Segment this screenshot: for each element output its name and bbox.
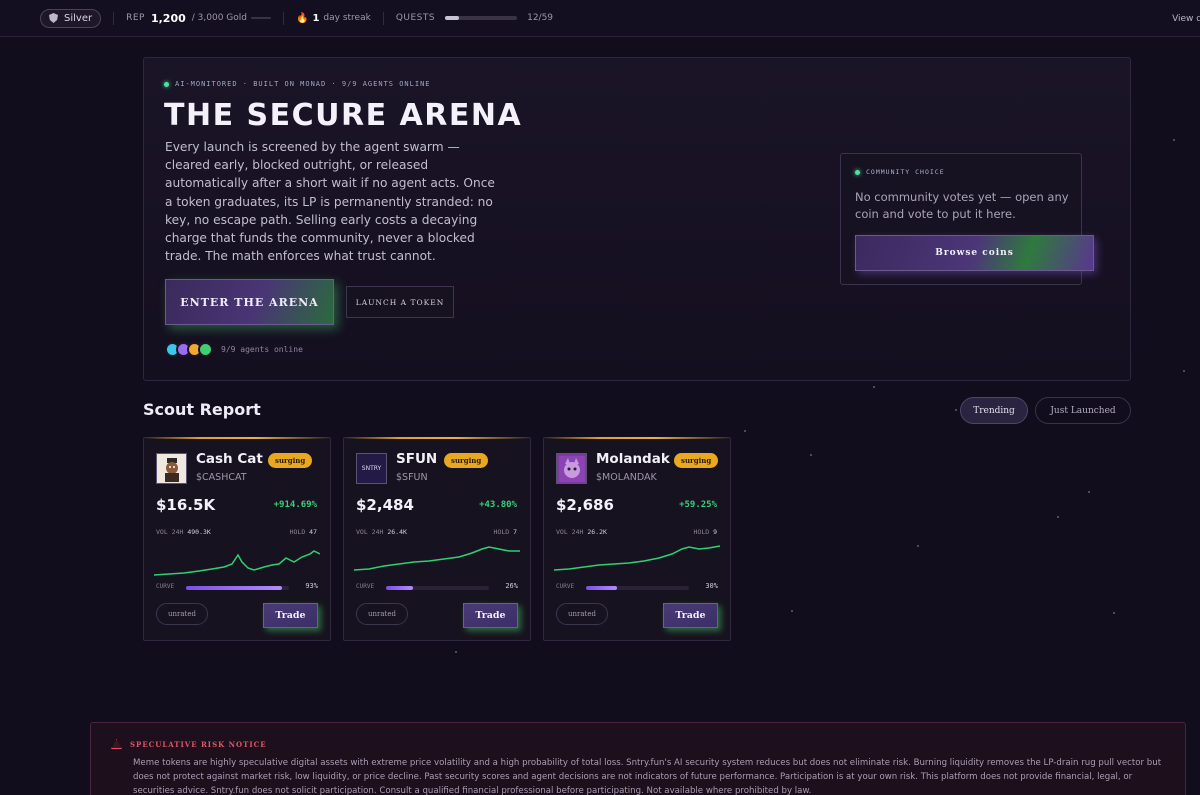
agents-online: 9/9 agents online bbox=[165, 342, 303, 357]
risk-notice-text: Meme tokens are highly speculative digit… bbox=[133, 758, 1162, 795]
holders: HOLD 47 bbox=[289, 528, 317, 536]
curve-percent: 30% bbox=[705, 582, 718, 590]
molandak-avatar-icon bbox=[556, 453, 587, 484]
enter-arena-button[interactable]: ENTER THE ARENA bbox=[165, 279, 334, 325]
rating-badge: unrated bbox=[356, 603, 408, 625]
coin-name: SFUN bbox=[396, 451, 438, 467]
trade-button[interactable]: Trade bbox=[463, 603, 518, 628]
bonding-curve-fill bbox=[386, 586, 413, 590]
quests-count: 12/59 bbox=[527, 13, 554, 23]
community-tag-label: COMMUNITY CHOICE bbox=[866, 168, 945, 176]
bonding-curve-bar bbox=[386, 586, 489, 590]
volume-24h: VOL 24H 490.3K bbox=[156, 528, 211, 536]
quests-progress-fill bbox=[445, 16, 460, 20]
quests-label: QUESTS bbox=[395, 13, 436, 23]
price-change: +914.69% bbox=[273, 500, 317, 510]
risk-title-text: SPECULATIVE RISK NOTICE bbox=[130, 739, 267, 749]
warning-icon bbox=[111, 739, 122, 749]
volume-24h: VOL 24H 26.4K bbox=[356, 528, 407, 536]
price-sparkline bbox=[554, 545, 720, 571]
sntry-logo-icon: SNTRY bbox=[356, 453, 387, 484]
price-sparkline bbox=[354, 546, 520, 571]
curve-percent: 93% bbox=[305, 582, 318, 590]
bonding-curve-fill bbox=[186, 586, 282, 590]
coin-name: Cash Cat bbox=[196, 451, 263, 467]
tier-badge[interactable]: Silver bbox=[40, 8, 102, 28]
agent-avatar bbox=[198, 342, 213, 357]
price-change: +43.80% bbox=[479, 500, 517, 510]
status-badge: surging bbox=[268, 453, 313, 468]
curve-percent: 26% bbox=[505, 582, 518, 590]
volume-24h: VOL 24H 26.2K bbox=[556, 528, 607, 536]
online-dot-icon bbox=[164, 81, 169, 87]
hero-title: THE SECURE ARENA bbox=[164, 98, 523, 133]
price-change: +59.25% bbox=[679, 500, 717, 510]
tab-trending[interactable]: Trending bbox=[960, 397, 1028, 424]
coin-card-sfun[interactable]: SNTRY SFUN surging $SFUN $2,484 +43.80% … bbox=[343, 437, 531, 641]
cat-avatar-icon bbox=[156, 453, 187, 484]
top-status-bar: Silver REP 1,200 / 3,000 Gold 🔥 1 day st… bbox=[0, 0, 1200, 37]
hero-meta: AI-MONITORED · BUILT ON MONAD · 9/9 AGEN… bbox=[164, 80, 431, 88]
community-choice-panel: COMMUNITY CHOICE No community votes yet … bbox=[840, 153, 1094, 285]
browse-coins-button[interactable]: Browse coins bbox=[855, 235, 1094, 271]
bonding-curve-bar bbox=[586, 586, 689, 590]
streak-count: 1 bbox=[312, 12, 320, 24]
holders: HOLD 9 bbox=[693, 528, 718, 536]
coin-ticker: $MOLANDAK bbox=[596, 472, 657, 483]
sntry-logo-text: SNTRY bbox=[361, 465, 382, 472]
coin-card-molandak[interactable]: Molandak surging $MOLANDAK $2,686 +59.25… bbox=[543, 437, 731, 641]
scout-report-title: Scout Report bbox=[143, 400, 261, 419]
agents-online-label: 9/9 agents online bbox=[221, 345, 303, 354]
coin-price: $2,686 bbox=[556, 496, 614, 514]
community-empty-text: No community votes yet — open any coin a… bbox=[855, 190, 1069, 221]
shield-icon bbox=[49, 13, 58, 23]
status-badge: surging bbox=[444, 453, 489, 468]
divider bbox=[382, 11, 384, 25]
tier-label: Silver bbox=[64, 12, 93, 24]
tab-just-launched[interactable]: Just Launched bbox=[1035, 397, 1131, 424]
hero-description: Every launch is screened by the agent sw… bbox=[165, 140, 495, 264]
streak-label: day streak bbox=[323, 13, 371, 23]
rating-badge: unrated bbox=[156, 603, 208, 625]
curve-label: CURVE bbox=[156, 583, 175, 590]
agent-avatars bbox=[165, 342, 213, 357]
community-tag: COMMUNITY CHOICE bbox=[855, 168, 945, 176]
coin-card-cashcat[interactable]: Cash Cat surging $CASHCAT $16.5K +914.69… bbox=[143, 437, 331, 641]
coin-ticker: $SFUN bbox=[396, 472, 428, 483]
rep-label: REP bbox=[126, 13, 145, 23]
quests-progress-bar bbox=[445, 16, 518, 20]
divider bbox=[282, 11, 284, 25]
status-dot-icon bbox=[855, 169, 860, 175]
bonding-curve-fill bbox=[586, 586, 617, 590]
rep-progress-bar bbox=[250, 17, 271, 19]
coin-price: $2,484 bbox=[356, 496, 414, 514]
divider bbox=[113, 11, 115, 25]
view-quests-link[interactable]: View q bbox=[1172, 14, 1200, 24]
trade-button[interactable]: Trade bbox=[263, 603, 318, 628]
rating-badge: unrated bbox=[556, 603, 608, 625]
flame-icon: 🔥 bbox=[295, 12, 309, 24]
status-badge: surging bbox=[674, 453, 719, 468]
price-sparkline bbox=[154, 550, 320, 576]
coin-price: $16.5K bbox=[156, 496, 216, 514]
curve-label: CURVE bbox=[556, 583, 575, 590]
rep-value: 1,200 bbox=[150, 11, 186, 25]
coin-ticker: $CASHCAT bbox=[196, 472, 247, 483]
holders: HOLD 7 bbox=[493, 528, 518, 536]
coin-name: Molandak bbox=[596, 451, 670, 467]
trade-button[interactable]: Trade bbox=[663, 603, 718, 628]
hero-panel: AI-MONITORED · BUILT ON MONAD · 9/9 AGEN… bbox=[143, 57, 1131, 381]
curve-label: CURVE bbox=[356, 583, 375, 590]
risk-notice: SPECULATIVE RISK NOTICE Meme tokens are … bbox=[90, 722, 1186, 795]
launch-token-button[interactable]: LAUNCH A TOKEN bbox=[346, 286, 454, 318]
bonding-curve-bar bbox=[186, 586, 289, 590]
hero-meta-text: AI-MONITORED · BUILT ON MONAD · 9/9 AGEN… bbox=[175, 80, 431, 88]
risk-notice-title: SPECULATIVE RISK NOTICE bbox=[111, 739, 267, 749]
rep-max: / 3,000 Gold bbox=[191, 13, 247, 23]
